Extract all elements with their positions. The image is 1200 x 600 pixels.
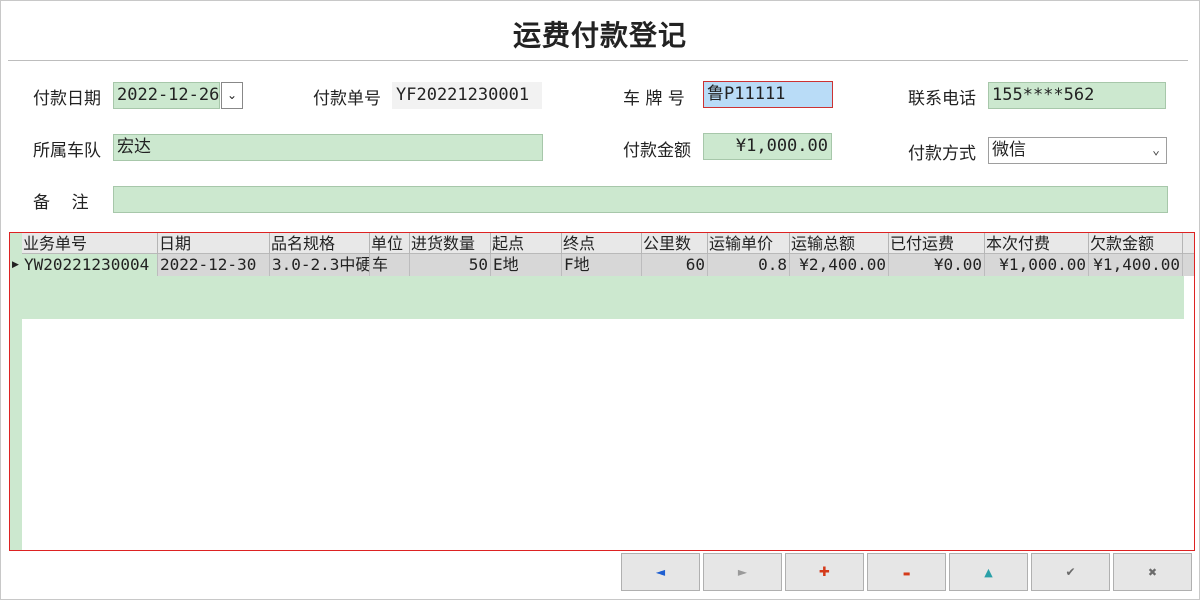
table-cell[interactable]: 2022-12-30 [158, 254, 270, 276]
row-selector-column[interactable] [10, 233, 22, 550]
pay-date-field[interactable]: 2022-12-26 [113, 82, 220, 109]
column-header[interactable]: 业务单号 [22, 233, 158, 254]
pay-no-label: 付款单号 [313, 89, 381, 109]
chevron-down-icon: ⌄ [226, 88, 238, 102]
move-up-button[interactable]: ▲ [949, 553, 1028, 591]
pay-no-field[interactable]: YF20221230001 [392, 82, 542, 109]
table-cell[interactable]: ¥2,400.00 [790, 254, 889, 276]
phone-field[interactable]: 155****562 [988, 82, 1166, 109]
column-header[interactable]: 已付运费 [889, 233, 985, 254]
column-header[interactable]: 运输总额 [790, 233, 889, 254]
triangle-left-icon: ◄ [655, 565, 666, 579]
column-header[interactable]: 起点 [491, 233, 562, 254]
add-record-button[interactable]: ✚ [785, 553, 864, 591]
fleet-label: 所属车队 [33, 141, 101, 161]
plate-field[interactable]: 鲁P11111 [703, 81, 833, 108]
remark-field[interactable] [113, 186, 1168, 213]
date-picker-button[interactable]: ⌄ [221, 82, 243, 109]
triangle-right-icon: ► [737, 565, 748, 579]
delete-record-button[interactable]: ▬ [867, 553, 946, 591]
table-cell[interactable]: YW20221230004 [22, 254, 158, 276]
page-title: 运费付款登记 [512, 19, 687, 52]
table-cell[interactable]: F地 [562, 254, 642, 276]
amount-field[interactable]: ¥1,000.00 [703, 133, 832, 160]
plus-icon: ✚ [819, 565, 830, 580]
method-select-value: 微信 [992, 140, 1026, 160]
table-cell[interactable]: 3.0-2.3中硬 [270, 254, 370, 276]
fleet-field[interactable]: 宏达 [113, 134, 543, 161]
column-header[interactable]: 终点 [562, 233, 642, 254]
table-cell[interactable]: ¥1,400.00 [1089, 254, 1183, 276]
remark-label: 备 注 [33, 193, 89, 213]
close-icon: ✖ [1147, 566, 1158, 579]
next-record-button[interactable]: ► [703, 553, 782, 591]
column-header[interactable]: 欠款金额 [1089, 233, 1183, 254]
column-header[interactable]: 运输单价 [708, 233, 790, 254]
column-header[interactable]: 日期 [158, 233, 270, 254]
new-record-row[interactable] [22, 276, 1184, 319]
table-cell[interactable]: 车 [370, 254, 410, 276]
method-label: 付款方式 [908, 144, 976, 164]
close-button[interactable]: ✖ [1113, 553, 1192, 591]
table-cell[interactable]: ¥0.00 [889, 254, 985, 276]
triangle-up-icon: ▲ [984, 566, 993, 579]
detail-grid[interactable]: ▶ 业务单号 日期 品名规格 单位 进货数量 起点 终点 公里数 运输单价 运输总额 已付运费 本次付… [9, 232, 1195, 551]
prev-record-button[interactable]: ◄ [621, 553, 700, 591]
column-header[interactable]: 本次付费 [985, 233, 1089, 254]
plate-label: 车 牌 号 [623, 89, 685, 109]
chevron-down-icon: ⌄ [1152, 143, 1160, 158]
column-header[interactable]: 品名规格 [270, 233, 370, 254]
column-header[interactable]: 进货数量 [410, 233, 491, 254]
current-row-pointer-icon: ▶ [12, 260, 19, 270]
minus-icon: ▬ [902, 569, 911, 578]
grid-header: 业务单号 日期 品名规格 单位 进货数量 起点 终点 公里数 运输单价 运输总额 已付运费 本次付费欠… [22, 233, 1194, 254]
amount-label: 付款金额 [623, 141, 691, 161]
method-select[interactable]: 微信 ⌄ [988, 137, 1167, 164]
table-cell[interactable]: ¥1,000.00 [985, 254, 1089, 276]
checkmark-icon: ✔ [1065, 565, 1076, 579]
pay-date-label: 付款日期 [33, 89, 101, 109]
save-button[interactable]: ✔ [1031, 553, 1110, 591]
table-cell[interactable]: 60 [642, 254, 708, 276]
phone-label: 联系电话 [908, 89, 976, 109]
table-cell[interactable]: 50 [410, 254, 491, 276]
column-header[interactable]: 单位 [370, 233, 410, 254]
table-row[interactable]: YW20221230004 2022-12-30 3.0-2.3中硬车 50 E地 F地 6… [22, 254, 1194, 276]
table-cell[interactable]: E地 [491, 254, 562, 276]
table-cell[interactable]: 0.8 [708, 254, 790, 276]
column-header[interactable]: 公里数 [642, 233, 708, 254]
title-divider [8, 60, 1188, 61]
